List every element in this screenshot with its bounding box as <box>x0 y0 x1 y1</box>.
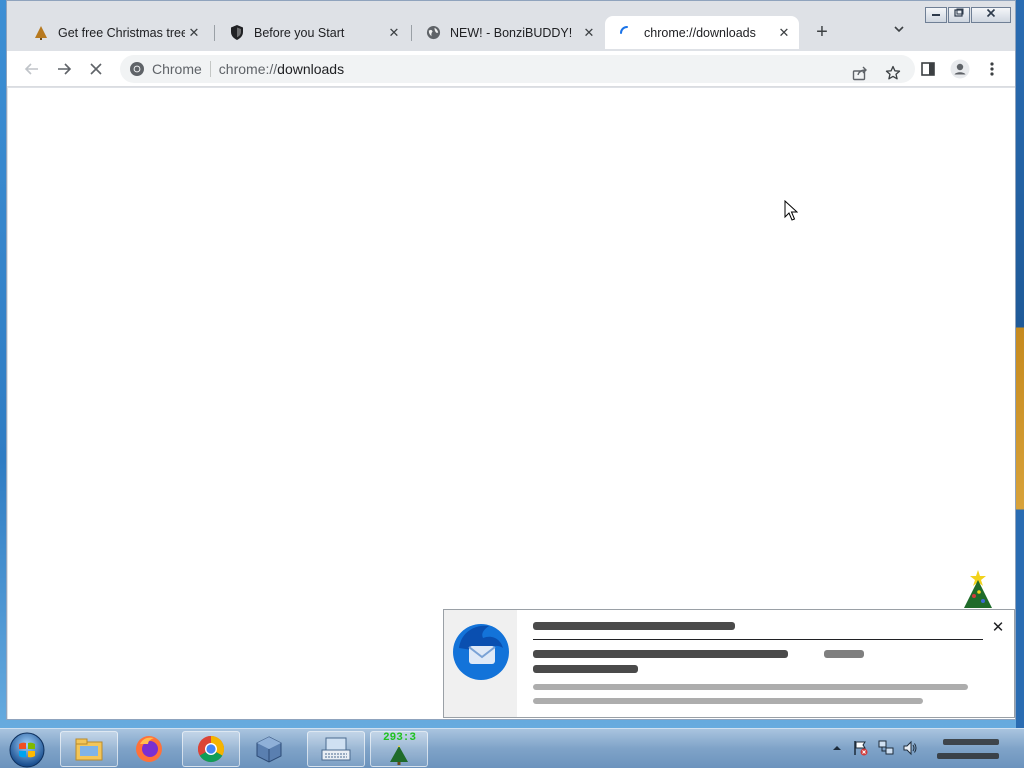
tab-close-button[interactable]: ✕ <box>385 24 403 42</box>
restore-button[interactable] <box>948 7 970 23</box>
tab-title: NEW! - BonziBUDDY! <box>450 25 573 40</box>
taskbar-clock[interactable] <box>935 733 1005 765</box>
chevron-up-icon <box>833 746 841 750</box>
show-hidden-icons-button[interactable] <box>830 739 844 757</box>
browser-toolbar: Chrome chrome://downloads <box>7 51 1015 87</box>
tab-search-button[interactable] <box>889 23 909 43</box>
chrome-logo-icon <box>129 61 145 77</box>
notification-icon-pane <box>444 610 517 717</box>
minimize-icon <box>932 14 940 16</box>
network-icon <box>878 740 894 755</box>
arrow-left-icon <box>24 63 38 75</box>
side-panel-icon <box>921 62 935 76</box>
notification-divider <box>533 639 983 640</box>
bookmark-button[interactable] <box>881 61 905 85</box>
restore-icon <box>954 8 964 17</box>
taskbar-on-screen-keyboard[interactable] <box>307 731 365 767</box>
tab-bonzibuddy[interactable]: NEW! - BonziBUDDY! ✕ <box>411 16 604 49</box>
notification-close-button[interactable]: ✕ <box>988 618 1008 638</box>
globe-icon <box>425 25 441 41</box>
taskbar-virtualbox[interactable] <box>240 731 298 767</box>
flag-warning-icon <box>854 741 868 756</box>
tab-chrome-downloads[interactable]: chrome://downloads ✕ <box>605 16 799 49</box>
new-tab-button[interactable]: + <box>811 22 833 44</box>
virtualbox-icon <box>256 736 282 763</box>
url-scheme: chrome:// <box>218 61 278 77</box>
stop-loading-button[interactable] <box>84 57 108 81</box>
chevron-down-icon <box>894 26 904 33</box>
tab-title: Get free Christmas tree f <box>58 25 185 40</box>
loading-spinner-icon <box>619 25 635 41</box>
shield-icon <box>229 25 245 41</box>
profile-button[interactable] <box>948 57 972 81</box>
forward-button[interactable] <box>52 57 76 81</box>
chrome-menu-button[interactable] <box>980 57 1004 81</box>
chrome-icon <box>197 735 225 763</box>
tab-before-you-start[interactable]: Before you Start ✕ <box>215 16 409 49</box>
taskbar-firefox[interactable] <box>120 731 178 767</box>
mouse-cursor-icon <box>784 200 798 221</box>
action-center-tray-icon[interactable] <box>852 739 870 757</box>
address-divider <box>209 61 211 77</box>
christmas-tree-icon <box>33 25 49 41</box>
close-icon <box>90 63 102 75</box>
on-screen-keyboard-icon <box>321 737 351 761</box>
christmas-tree-gadget[interactable] <box>958 568 998 612</box>
file-explorer-icon <box>75 738 103 761</box>
address-origin-label: Chrome <box>152 61 202 77</box>
arrow-right-icon <box>58 63 72 75</box>
windows-taskbar: 293:3 <box>0 728 1024 768</box>
tab-strip: Get free Christmas tree f ✕ Before you S… <box>7 1 1015 51</box>
close-icon <box>986 8 996 18</box>
minimize-button[interactable] <box>925 7 947 23</box>
christmas-tree-icon <box>390 745 408 765</box>
taskbar-file-explorer[interactable] <box>60 731 118 767</box>
tab-close-button[interactable]: ✕ <box>580 24 598 42</box>
windows-start-orb[interactable] <box>8 731 46 768</box>
taskbar-christmas-timer-app[interactable]: 293:3 <box>370 731 428 767</box>
tab-christmas-tree[interactable]: Get free Christmas tree f ✕ <box>19 16 209 49</box>
volume-tray-icon[interactable] <box>901 739 919 757</box>
side-panel-button[interactable] <box>916 57 940 81</box>
profile-icon <box>950 59 970 79</box>
volume-icon <box>903 740 917 756</box>
tab-close-button[interactable]: ✕ <box>775 24 793 42</box>
desktop-background-edge <box>1016 0 1024 728</box>
address-url[interactable]: chrome://downloads <box>219 61 344 77</box>
menu-icon <box>990 62 994 76</box>
thunderbird-icon <box>453 624 509 680</box>
network-tray-icon[interactable] <box>877 739 895 757</box>
share-icon <box>852 66 867 81</box>
tab-close-button[interactable]: ✕ <box>185 24 203 42</box>
timer-app-label: 293:3 <box>383 732 417 744</box>
firefox-icon <box>136 736 162 762</box>
tab-title: chrome://downloads <box>644 25 756 40</box>
share-button[interactable] <box>848 61 872 85</box>
tab-title: Before you Start <box>254 25 345 40</box>
address-bar[interactable]: Chrome chrome://downloads <box>120 55 915 83</box>
taskbar-chrome[interactable] <box>182 731 240 767</box>
thunderbird-new-message-notification[interactable]: ✕ <box>443 609 1015 718</box>
back-button[interactable] <box>20 57 44 81</box>
star-icon <box>885 65 901 80</box>
close-window-button[interactable] <box>971 7 1011 23</box>
url-host: downloads <box>277 61 345 77</box>
